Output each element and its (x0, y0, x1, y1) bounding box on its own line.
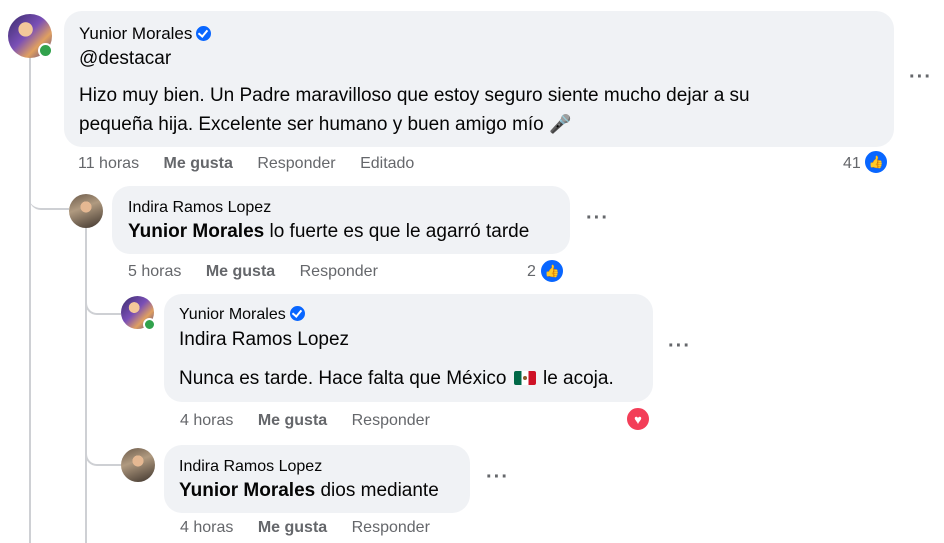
comment-text: Hizo muy bien. Un Padre maravilloso que … (79, 85, 750, 106)
more-options-button[interactable]: ··· (668, 335, 691, 358)
love-icon[interactable]: ♥ (625, 406, 651, 432)
edited-label: Editado (360, 155, 415, 172)
mention-link[interactable]: Yunior Morales (179, 480, 315, 501)
reaction-count[interactable]: 41 (843, 155, 861, 173)
online-indicator (38, 43, 53, 58)
thread-line-reply (85, 228, 87, 543)
reply-button[interactable]: Responder (352, 519, 430, 536)
comment-timestamp[interactable]: 4 horas (180, 412, 233, 429)
like-button[interactable]: Me gusta (258, 412, 327, 429)
mexico-flag-icon (513, 371, 536, 385)
thread-line-main (29, 58, 31, 543)
comment-timestamp[interactable]: 4 horas (180, 519, 233, 536)
like-button[interactable]: Me gusta (258, 519, 327, 536)
more-options-button[interactable]: ··· (586, 207, 609, 230)
like-button[interactable]: Me gusta (206, 263, 275, 280)
like-icon[interactable]: 👍 (539, 258, 565, 284)
comment-author[interactable]: Yunior Morales (179, 306, 305, 324)
comment-actions: 5 horas Me gusta Responder (128, 263, 398, 281)
comment-actions: 11 horas Me gusta Responder Editado (78, 155, 434, 173)
reply-button[interactable]: Responder (257, 155, 335, 172)
verified-badge-icon (289, 306, 305, 321)
thread-connector (85, 442, 121, 466)
avatar[interactable] (69, 194, 103, 228)
comment-bubble: Yunior Morales @destacar Hizo muy bien. … (64, 11, 894, 147)
comment-author[interactable]: Indira Ramos Lopez (128, 199, 271, 217)
verified-badge-icon (196, 26, 212, 41)
thread-connector (85, 293, 121, 315)
comment-bubble: Indira Ramos Lopez Yunior Morales lo fue… (112, 186, 570, 254)
more-options-button[interactable]: ··· (909, 66, 932, 89)
mention-link[interactable]: Yunior Morales (128, 221, 264, 242)
reply-button[interactable]: Responder (300, 263, 378, 280)
comment-text: Yunior Morales lo fuerte es que le agarr… (128, 221, 530, 242)
avatar[interactable] (121, 448, 155, 482)
comment-actions: 4 horas Me gusta Responder (180, 412, 450, 430)
comment-author[interactable]: Yunior Morales (79, 24, 212, 44)
comment-bubble: Indira Ramos Lopez Yunior Morales dios m… (164, 445, 470, 513)
comment-author[interactable]: Indira Ramos Lopez (179, 458, 322, 476)
comment-bubble: Yunior Morales Indira Ramos Lopez Nunca … (164, 294, 653, 402)
comment-timestamp[interactable]: 11 horas (78, 155, 139, 172)
comment-text: Yunior Morales dios mediante (179, 480, 439, 501)
microphone-icon: 🎤 (549, 114, 572, 134)
comment-mention[interactable]: @destacar (79, 45, 171, 73)
comment-actions: 4 horas Me gusta Responder (180, 519, 450, 537)
thread-connector (29, 186, 69, 210)
reply-button[interactable]: Responder (352, 412, 430, 429)
reaction-count[interactable]: 2 (527, 263, 536, 281)
comment-timestamp[interactable]: 5 horas (128, 263, 181, 280)
like-icon[interactable]: 👍 (863, 149, 889, 175)
comment-text: pequeña hija. Excelente ser humano y bue… (79, 114, 572, 135)
comment-text: Nunca es tarde. Hace falta que México le… (179, 368, 614, 389)
more-options-button[interactable]: ··· (486, 466, 509, 489)
like-button[interactable]: Me gusta (164, 155, 233, 172)
online-indicator (143, 318, 156, 331)
mention-link: Indira Ramos Lopez (179, 329, 350, 350)
